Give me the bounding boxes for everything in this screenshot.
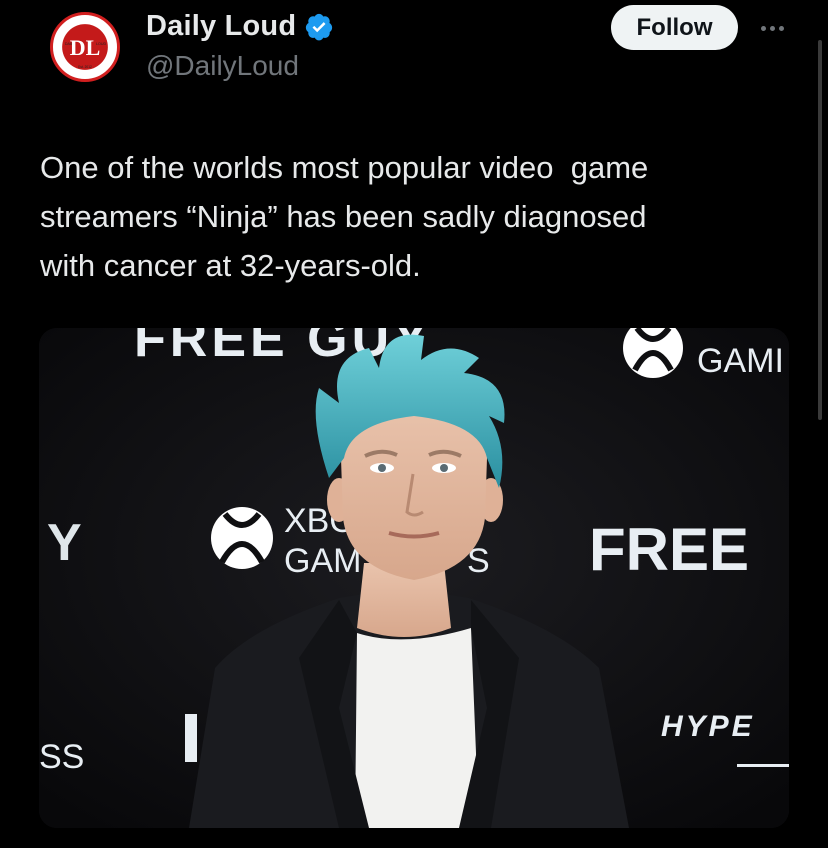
scrollbar[interactable]: [818, 40, 822, 420]
author-avatar[interactable]: DAILY LOUD DL Est. 2012: [50, 12, 120, 82]
follow-button[interactable]: Follow: [611, 5, 738, 50]
backdrop-xbox-mid-line2: GAM: [284, 542, 361, 580]
more-horizontal-icon[interactable]: [752, 18, 792, 38]
author-handle[interactable]: @DailyLoud: [146, 50, 299, 82]
tweet-header: DAILY LOUD DL Est. 2012 Daily Loud @Dail…: [0, 0, 828, 110]
avatar-logo-text: DL: [70, 35, 100, 60]
verified-badge-icon: [304, 12, 334, 42]
tweet-media-photo[interactable]: FREE GUY GAMI Y XBO GAM S FREE SS HYPE: [39, 328, 789, 828]
author-display-name[interactable]: Daily Loud: [146, 10, 296, 43]
tweet-card: DAILY LOUD DL Est. 2012 Daily Loud @Dail…: [0, 0, 828, 848]
backdrop-xbox-top-right: GAMI: [697, 342, 784, 380]
backdrop-hyperx: HYPE: [661, 710, 755, 743]
daily-loud-logo-icon: DAILY LOUD DL Est. 2012: [54, 16, 116, 78]
backdrop-free-right: FREE: [589, 516, 749, 583]
backdrop-left-y: Y: [47, 514, 82, 572]
author-name-row: Daily Loud: [146, 10, 334, 43]
avatar-ring-text-bottom: Est. 2012: [78, 65, 92, 69]
photo-illustration: FREE GUY GAMI Y XBO GAM S FREE SS HYPE: [39, 328, 789, 828]
xbox-logo-mid-icon: [211, 507, 273, 569]
tweet-text: One of the worlds most popular video gam…: [40, 150, 649, 283]
backdrop-bottom-left: SS: [39, 738, 84, 776]
